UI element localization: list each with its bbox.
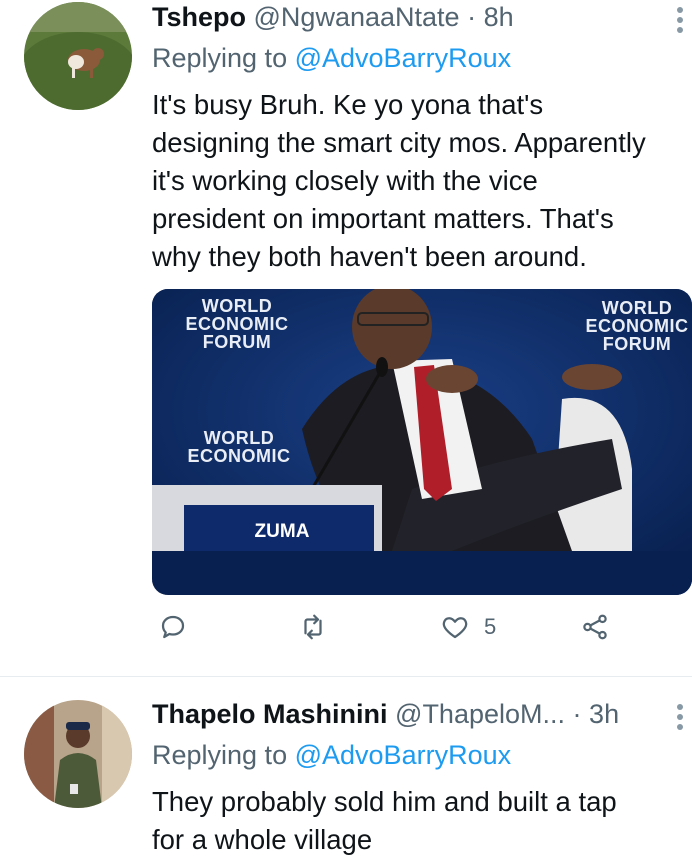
tweet-header: Tshepo @NgwanaaNtate · 8h xyxy=(152,2,514,33)
tweet-media-image[interactable]: WORLD ECONOMIC FORUM WORLD ECONOMIC FORU… xyxy=(152,289,692,595)
replying-prefix: Replying to xyxy=(152,740,288,770)
tweet-time[interactable]: 3h xyxy=(589,699,619,729)
retweet-button[interactable] xyxy=(298,612,328,642)
wef-text-line2: ECONOMIC xyxy=(187,446,291,466)
retweet-icon xyxy=(304,614,322,640)
wef-text-line2: ECONOMIC xyxy=(185,314,289,334)
replying-mention[interactable]: @AdvoBarryRoux xyxy=(295,43,512,73)
like-button[interactable]: 5 xyxy=(440,612,496,642)
separator-dot: · xyxy=(572,699,582,729)
more-icon[interactable] xyxy=(674,703,686,731)
replying-to: Replying to @AdvoBarryRoux xyxy=(152,740,511,771)
author-name[interactable]: Thapelo Mashinini xyxy=(152,699,388,729)
separator-dot: · xyxy=(467,2,477,32)
tweet-text: They probably sold him and built a tap f… xyxy=(152,786,617,855)
wef-text-line1: WORLD xyxy=(201,296,273,316)
avatar-tshepo[interactable] xyxy=(24,2,132,110)
replying-mention[interactable]: @AdvoBarryRoux xyxy=(295,740,512,770)
reply-button[interactable] xyxy=(158,612,188,642)
replying-to: Replying to @AdvoBarryRoux xyxy=(152,43,511,74)
avatar-image xyxy=(24,700,132,808)
tweet-actions: 5 xyxy=(152,612,672,656)
wef-text-line3: FORUM xyxy=(202,332,272,352)
tweet-header: Thapelo Mashinini @ThapeloM... · 3h xyxy=(152,699,619,730)
tweet-time[interactable]: 8h xyxy=(484,2,514,32)
share-button[interactable] xyxy=(580,612,610,642)
wef-logo-1: WORLD ECONOMIC FORUM xyxy=(172,297,302,351)
wef-text-line1: WORLD xyxy=(203,428,275,448)
reply-icon xyxy=(161,615,185,639)
tweet-1[interactable]: Tshepo @NgwanaaNtate · 8h Replying to @A… xyxy=(0,0,692,676)
wef-text-line1: WORLD xyxy=(601,298,673,318)
author-name[interactable]: Tshepo xyxy=(152,2,246,32)
wef-text-line3: FORUM xyxy=(602,334,672,354)
author-handle[interactable]: @NgwanaaNtate xyxy=(254,2,460,32)
wef-text-line2: ECONOMIC xyxy=(585,316,689,336)
nameplate: ZUMA xyxy=(254,521,310,542)
share-icon xyxy=(583,614,607,640)
wef-logo-3: WORLD ECONOMIC xyxy=(174,429,304,465)
more-icon[interactable] xyxy=(674,6,686,34)
like-icon xyxy=(442,617,468,639)
avatar-image xyxy=(24,2,132,110)
like-count: 5 xyxy=(484,614,497,639)
author-handle[interactable]: @ThapeloM... xyxy=(395,699,565,729)
tweet-2[interactable]: Thapelo Mashinini @ThapeloM... · 3h Repl… xyxy=(0,677,692,857)
avatar-thapelo[interactable] xyxy=(24,700,132,808)
replying-prefix: Replying to xyxy=(152,43,288,73)
tweet-text: It's busy Bruh. Ke yo yona that's design… xyxy=(152,89,646,272)
wef-logo-2: WORLD ECONOMIC FORUM xyxy=(572,299,692,353)
